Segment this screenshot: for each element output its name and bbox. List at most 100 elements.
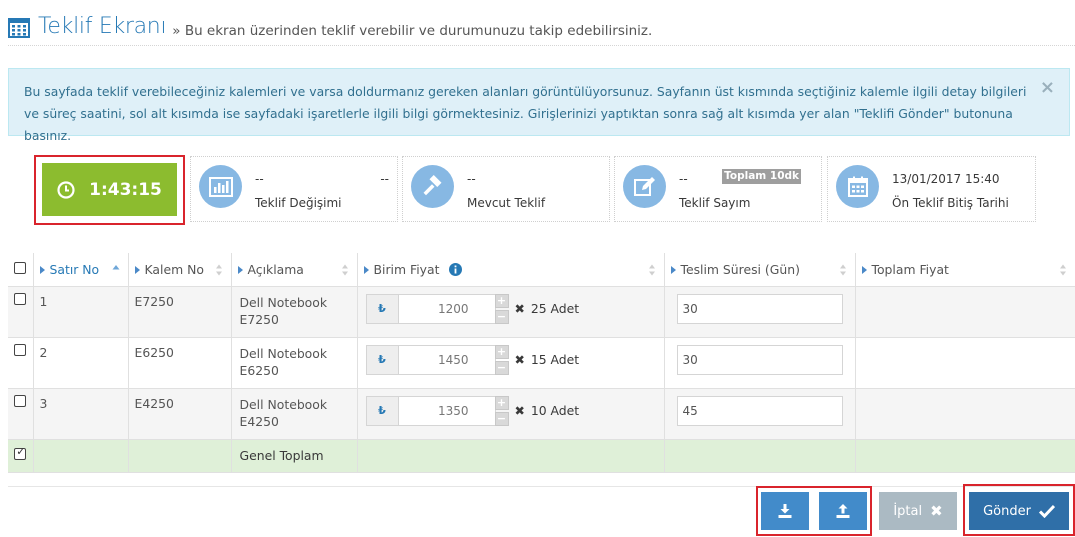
times-icon: ✖ <box>514 403 525 418</box>
sort-icon <box>839 264 846 276</box>
page-subtitle: » Bu ekran üzerinden teklif verebilir ve… <box>172 23 653 39</box>
info-alert: Bu sayfada teklif verebileceğiniz kaleml… <box>8 68 1070 143</box>
increment-button[interactable]: + <box>494 344 509 359</box>
select-all-checkbox[interactable] <box>14 261 27 274</box>
total-price-cell <box>854 388 1075 440</box>
row-no-cell: 3 <box>32 388 128 440</box>
upload-button[interactable] <box>819 492 867 530</box>
upload-icon <box>836 504 850 518</box>
header-total-price-label: Toplam Fiyat <box>871 261 949 277</box>
page-header: Teklif Ekranı » Bu ekran üzerinden tekli… <box>8 12 1075 46</box>
decrement-button[interactable]: − <box>494 309 509 324</box>
send-button-label: Gönder <box>983 503 1031 519</box>
deadline-label: Ön Teklif Bitiş Tarihi <box>892 196 1009 210</box>
description-cell: Dell Notebook E4250 <box>230 388 357 440</box>
lira-icon: ₺ <box>365 293 398 324</box>
header-item-no-label: Kalem No <box>144 261 204 277</box>
grand-total-value <box>854 439 1075 473</box>
unit-price-cell: ₺ + − ✖ 25 Adet <box>356 286 664 338</box>
row-no-cell: 1 <box>32 286 128 338</box>
lira-icon: ₺ <box>365 395 398 426</box>
quantity-label: ✖ 10 Adet <box>515 403 580 418</box>
price-stepper[interactable]: + − <box>494 395 509 426</box>
decrement-button[interactable]: − <box>494 411 509 426</box>
edit-icon <box>623 165 666 208</box>
cancel-button[interactable]: İptal ✖ <box>879 492 957 530</box>
times-icon: ✖ <box>514 301 525 316</box>
alert-text: Bu sayfada teklif verebileceğiniz kaleml… <box>24 84 1027 143</box>
download-icon <box>778 504 792 518</box>
row-checkbox[interactable] <box>14 343 27 356</box>
check-icon <box>1038 504 1055 518</box>
empty-cell <box>127 439 231 473</box>
header-row-no[interactable]: Satır No <box>32 253 128 287</box>
countdown-timer: 1:43:15 <box>42 163 177 216</box>
sort-icon <box>341 264 348 276</box>
current-offer-value: -- <box>467 172 476 186</box>
quantity-label: ✖ 15 Adet <box>515 352 580 367</box>
increment-button[interactable]: + <box>494 293 509 308</box>
card-offer-change: -- -- Teklif Değişimi <box>190 156 398 222</box>
close-icon[interactable]: × <box>1040 79 1055 97</box>
decrement-button[interactable]: − <box>494 360 509 375</box>
description-line-1: Dell Notebook <box>239 396 328 412</box>
delivery-days-input[interactable] <box>676 395 843 426</box>
empty-cell <box>663 439 855 473</box>
calculator-icon <box>8 18 30 38</box>
info-icon[interactable] <box>449 262 463 276</box>
calendar-icon <box>836 165 879 208</box>
description-cell: Dell Notebook E6250 <box>230 337 357 389</box>
description-line-2: E6250 <box>239 362 279 378</box>
row-select-cell <box>8 337 33 389</box>
delivery-cell <box>663 286 855 338</box>
header-delivery-time[interactable]: Teslim Süresi (Gün) <box>663 253 855 287</box>
row-checkbox[interactable] <box>14 292 27 305</box>
row-select-cell <box>8 286 33 338</box>
row-no-cell: 2 <box>32 337 128 389</box>
total-select-cell <box>8 439 33 473</box>
row-select-cell <box>8 388 33 440</box>
caret-right-icon <box>39 265 45 274</box>
header-total-price[interactable]: Toplam Fiyat <box>854 253 1075 287</box>
offer-table: Satır No Kalem No Açıklama Birim Fiyat T… <box>8 253 1075 473</box>
caret-right-icon <box>363 265 369 274</box>
header-item-no[interactable]: Kalem No <box>127 253 231 287</box>
header-unit-price[interactable]: Birim Fiyat <box>356 253 664 287</box>
table-row: 3 E4250 Dell NotebookE4250 ₺ + − ✖ 10 Ad… <box>8 388 1075 440</box>
unit-price-input[interactable] <box>397 395 496 426</box>
offer-change-value: -- <box>255 172 264 186</box>
total-time-badge: Toplam 10dk <box>722 169 801 184</box>
description-line-1: Dell Notebook <box>239 345 328 361</box>
empty-cell <box>32 439 128 473</box>
header-row-no-label: Satır No <box>49 261 100 277</box>
table-row: 1 E7250 Dell NotebookE7250 ₺ + − ✖ 25 Ad… <box>8 286 1075 338</box>
quantity-value: 25 Adet <box>530 301 580 316</box>
unit-price-input[interactable] <box>397 344 496 375</box>
header-description-label: Açıklama <box>247 261 304 277</box>
download-button[interactable] <box>761 492 809 530</box>
close-icon: ✖ <box>930 502 943 520</box>
quantity-value: 10 Adet <box>530 403 580 418</box>
delivery-days-input[interactable] <box>676 344 843 375</box>
price-stepper[interactable]: + − <box>494 293 509 324</box>
price-stepper[interactable]: + − <box>494 344 509 375</box>
total-checkbox[interactable] <box>14 445 27 460</box>
header-description[interactable]: Açıklama <box>230 253 357 287</box>
row-checkbox[interactable] <box>14 394 27 407</box>
increment-button[interactable]: + <box>494 395 509 410</box>
send-button[interactable]: Gönder <box>969 492 1069 530</box>
offer-change-label: Teklif Değişimi <box>255 196 342 210</box>
card-deadline: 13/01/2017 15:40 Ön Teklif Bitiş Tarihi <box>827 156 1036 222</box>
lira-icon: ₺ <box>365 344 398 375</box>
unit-price-input[interactable] <box>397 293 496 324</box>
header-delivery-time-label: Teslim Süresi (Gün) <box>680 261 800 277</box>
offer-count-label: Teklif Sayım <box>679 196 751 210</box>
card-offer-count: -- Toplam 10dk Teklif Sayım <box>614 156 822 222</box>
table-row: 2 E6250 Dell NotebookE6250 ₺ + − ✖ 15 Ad… <box>8 337 1075 389</box>
description-line-2: E4250 <box>239 413 279 429</box>
delivery-cell <box>663 337 855 389</box>
caret-right-icon <box>670 265 676 274</box>
gavel-icon <box>411 165 454 208</box>
delivery-days-input[interactable] <box>676 293 843 324</box>
cancel-button-label: İptal <box>893 503 923 519</box>
